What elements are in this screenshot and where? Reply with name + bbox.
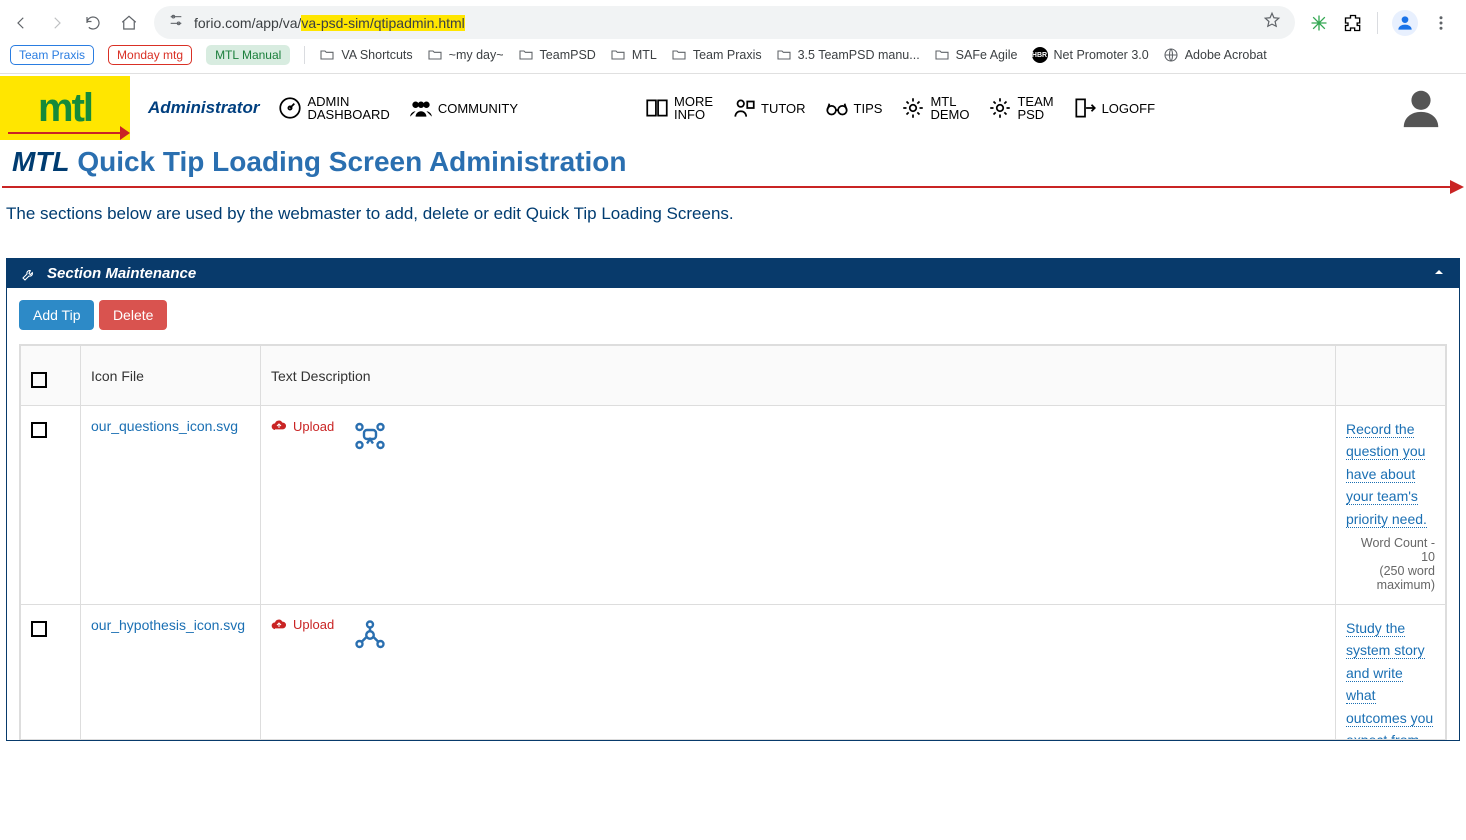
page-subtitle: The sections below are used by the webma… — [0, 204, 1466, 258]
bookmark-bar: Team Praxis Monday mtg MTL Manual VA Sho… — [0, 41, 1466, 74]
upload-button[interactable]: Upload — [271, 617, 334, 633]
icon-file-link[interactable]: our_hypothesis_icon.svg — [91, 617, 245, 633]
profile-avatar-icon[interactable] — [1392, 10, 1418, 36]
kebab-menu-icon[interactable] — [1432, 14, 1450, 32]
col-tip-text — [1336, 346, 1446, 406]
col-text-desc: Text Description — [261, 346, 1336, 406]
back-button[interactable] — [10, 12, 32, 34]
page-title: MTL Quick Tip Loading Screen Administrat… — [0, 142, 1466, 180]
user-avatar-icon[interactable] — [1396, 83, 1446, 133]
nav-community[interactable]: COMMUNITY — [408, 95, 518, 121]
row-checkbox[interactable] — [31, 621, 47, 637]
nav-admin-dashboard[interactable]: ADMINDASHBOARD — [277, 95, 389, 121]
panel-header[interactable]: Section Maintenance — [7, 259, 1459, 288]
separator — [1377, 12, 1378, 34]
upload-button[interactable]: Upload — [271, 418, 334, 434]
gear-icon — [987, 95, 1013, 121]
bookmark-folder[interactable]: 3.5 TeamPSD manu... — [776, 47, 920, 63]
panel-title: Section Maintenance — [47, 265, 196, 282]
browser-toolbar: forio.com/app/va/va-psd-sim/qtipadmin.ht… — [0, 0, 1466, 41]
bookmark-star-icon[interactable] — [1263, 11, 1281, 34]
bookmark-folder[interactable]: Team Praxis — [671, 47, 762, 63]
title-divider — [2, 180, 1464, 194]
url-text: forio.com/app/va/va-psd-sim/qtipadmin.ht… — [194, 15, 465, 31]
cloud-upload-icon — [271, 617, 287, 633]
nav-team-psd[interactable]: TEAMPSD — [987, 95, 1053, 121]
bookmark-badge[interactable]: MTL Manual — [206, 45, 290, 65]
table-row: our_hypothesis_icon.svg Upload — [21, 604, 1446, 740]
extensions-icon[interactable] — [1343, 13, 1363, 33]
tip-text-link[interactable]: Record the question you have about your … — [1346, 421, 1427, 528]
nav-mtl-demo[interactable]: MTLDEMO — [900, 95, 969, 121]
gear-icon — [900, 95, 926, 121]
nav-tutor[interactable]: TUTOR — [731, 95, 806, 121]
bookmark-item[interactable]: HBRNet Promoter 3.0 — [1032, 47, 1149, 63]
extension-asterisk-icon[interactable] — [1309, 13, 1329, 33]
url-prefix: forio.com/app/va/ — [194, 15, 301, 31]
bookmark-folder[interactable]: VA Shortcuts — [319, 47, 412, 63]
nav-logoff[interactable]: LOGOFF — [1072, 95, 1155, 121]
tutor-icon — [731, 95, 757, 121]
section-maintenance-panel: Section Maintenance Add Tip Delete Icon … — [6, 258, 1460, 741]
nav-tips[interactable]: TIPS — [824, 95, 883, 121]
app-nav: mtl Administrator ADMINDASHBOARD COMMUNI… — [0, 74, 1466, 142]
bookmark-folder[interactable]: TeamPSD — [518, 47, 596, 63]
home-button[interactable] — [118, 12, 140, 34]
bookmark-badge[interactable]: Monday mtg — [108, 45, 192, 65]
bookmark-folder[interactable]: ~my day~ — [427, 47, 504, 63]
icon-file-link[interactable]: our_questions_icon.svg — [91, 418, 238, 434]
bookmark-folder[interactable]: MTL — [610, 47, 657, 63]
nav-more-info[interactable]: MOREINFO — [644, 95, 713, 121]
site-info-icon[interactable] — [168, 12, 184, 33]
url-bar[interactable]: forio.com/app/va/va-psd-sim/qtipadmin.ht… — [154, 6, 1295, 39]
collapse-icon[interactable] — [1433, 265, 1445, 282]
forward-button[interactable] — [46, 12, 68, 34]
add-tip-button[interactable]: Add Tip — [19, 300, 94, 330]
tips-table[interactable]: Icon File Text Description our_questions… — [19, 344, 1447, 740]
bookmark-badge[interactable]: Team Praxis — [10, 45, 94, 65]
questions-tip-icon — [352, 418, 388, 454]
logoff-icon — [1072, 95, 1098, 121]
mtl-logo[interactable]: mtl — [0, 76, 130, 140]
row-checkbox[interactable] — [31, 422, 47, 438]
select-all-header — [21, 346, 81, 406]
separator — [304, 46, 305, 64]
hypothesis-tip-icon — [352, 617, 388, 653]
table-row: our_questions_icon.svg Upload — [21, 406, 1446, 605]
cloud-upload-icon — [271, 418, 287, 434]
word-count: Word Count - 10 (250 word maximum) — [1346, 536, 1435, 592]
col-icon-file: Icon File — [81, 346, 261, 406]
bookmark-item[interactable]: Adobe Acrobat — [1163, 47, 1267, 63]
reload-button[interactable] — [82, 12, 104, 34]
bookmark-folder[interactable]: SAFe Agile — [934, 47, 1018, 63]
url-highlighted: va-psd-sim/qtipadmin.html — [301, 15, 464, 31]
tip-text-link[interactable]: Study the system story and write what ou… — [1346, 620, 1433, 740]
select-all-checkbox[interactable] — [31, 372, 47, 388]
wrench-icon — [21, 266, 37, 282]
glasses-icon — [824, 95, 850, 121]
community-icon — [408, 95, 434, 121]
role-label: Administrator — [148, 98, 259, 118]
book-icon — [644, 95, 670, 121]
gauge-icon — [277, 95, 303, 121]
delete-button[interactable]: Delete — [99, 300, 167, 330]
